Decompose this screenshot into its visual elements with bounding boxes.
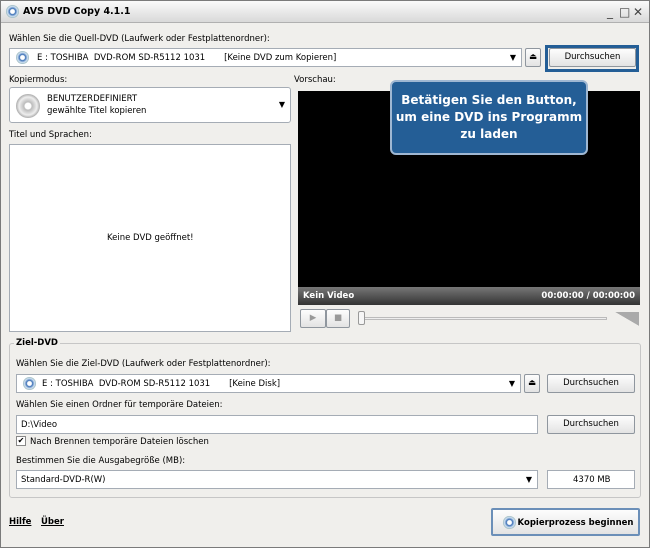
source-label: Wählen Sie die Quell-DVD (Laufwerk oder …	[9, 34, 270, 44]
close-button[interactable]: ✕	[633, 5, 643, 19]
eject-button[interactable]: ⏏	[525, 48, 541, 67]
copymode-select[interactable]: BENUTZERDEFINIERT gewählte Titel kopiere…	[9, 87, 291, 123]
target-drive-select[interactable]: E : TOSHIBA DVD-ROM SD-R5112 1031 [Keine…	[16, 374, 521, 393]
title-bar: AVS DVD Copy 4.1.1 _ □ ✕	[1, 1, 649, 23]
target-group-title: Ziel-DVD	[14, 338, 60, 348]
size-mb-field: 4370 MB	[547, 470, 635, 489]
delete-temp-label: Nach Brennen temporäre Dateien löschen	[30, 437, 209, 447]
titles-empty-text: Keine DVD geöffnet!	[107, 233, 194, 243]
titles-panel: Keine DVD geöffnet!	[9, 144, 291, 332]
size-select[interactable]: Standard-DVD-R(W) ▼	[16, 470, 538, 489]
temp-browse-button[interactable]: Durchsuchen	[547, 415, 635, 434]
disc-check-icon	[16, 94, 40, 118]
temp-folder-input[interactable]: D:\Video	[16, 415, 538, 434]
chevron-down-icon: ▼	[525, 475, 532, 484]
disc-icon	[16, 51, 29, 64]
copymode-title: BENUTZERDEFINIERT	[47, 94, 138, 104]
source-drive-value: E : TOSHIBA DVD-ROM SD-R5112 1031 [Keine…	[37, 53, 337, 63]
tooltip-text: Betätigen Sie den Button, um eine DVD in…	[395, 93, 583, 141]
app-window: AVS DVD Copy 4.1.1 _ □ ✕ Wählen Sie die …	[0, 0, 650, 548]
seek-slider[interactable]	[361, 317, 607, 320]
target-browse-button[interactable]: Durchsuchen	[547, 374, 635, 393]
preview-label: Vorschau:	[294, 75, 336, 85]
target-eject-button[interactable]: ⏏	[524, 374, 540, 393]
start-copy-button[interactable]: Kopierprozess beginnen	[491, 508, 640, 536]
minimize-button[interactable]: _	[607, 5, 613, 19]
chevron-down-icon: ▼	[508, 379, 515, 388]
chevron-down-icon: ▼	[278, 100, 285, 109]
volume-icon[interactable]	[615, 312, 639, 326]
chevron-down-icon: ▼	[509, 53, 516, 62]
size-value: Standard-DVD-R(W)	[21, 475, 106, 485]
disc-icon	[23, 377, 36, 390]
source-drive-select[interactable]: E : TOSHIBA DVD-ROM SD-R5112 1031 [Keine…	[9, 48, 522, 67]
video-status-bar: Kein Video 00:00:00 / 00:00:00	[298, 287, 640, 305]
tooltip: Betätigen Sie den Button, um eine DVD in…	[390, 80, 588, 155]
maximize-button[interactable]: □	[619, 5, 630, 19]
titles-label: Titel und Sprachen:	[9, 130, 92, 140]
video-time: 00:00:00 / 00:00:00	[541, 291, 635, 301]
play-button[interactable]: ▶	[300, 309, 326, 328]
temp-label: Wählen Sie einen Ordner für temporäre Da…	[16, 400, 223, 410]
target-label: Wählen Sie die Ziel-DVD (Laufwerk oder F…	[16, 359, 271, 369]
temp-folder-value: D:\Video	[21, 420, 58, 430]
copymode-label: Kopiermodus:	[9, 75, 68, 85]
highlight-frame	[545, 45, 639, 72]
help-link[interactable]: Hilfe	[9, 517, 31, 527]
about-link[interactable]: Über	[41, 517, 64, 527]
delete-temp-checkbox[interactable]: ✔	[16, 436, 26, 446]
seek-handle[interactable]	[358, 311, 365, 325]
video-status: Kein Video	[303, 291, 355, 301]
start-copy-label: Kopierprozess beginnen	[517, 518, 634, 528]
dvd-app-icon	[6, 5, 19, 18]
size-label: Bestimmen Sie die Ausgabegröße (MB):	[16, 456, 186, 466]
stop-button[interactable]: ■	[326, 309, 350, 328]
disc-icon	[503, 516, 516, 529]
window-title: AVS DVD Copy 4.1.1	[23, 6, 131, 17]
target-drive-value: E : TOSHIBA DVD-ROM SD-R5112 1031 [Keine…	[42, 379, 281, 389]
copymode-subtitle: gewählte Titel kopieren	[47, 106, 147, 116]
size-mb-value: 4370 MB	[573, 475, 611, 485]
